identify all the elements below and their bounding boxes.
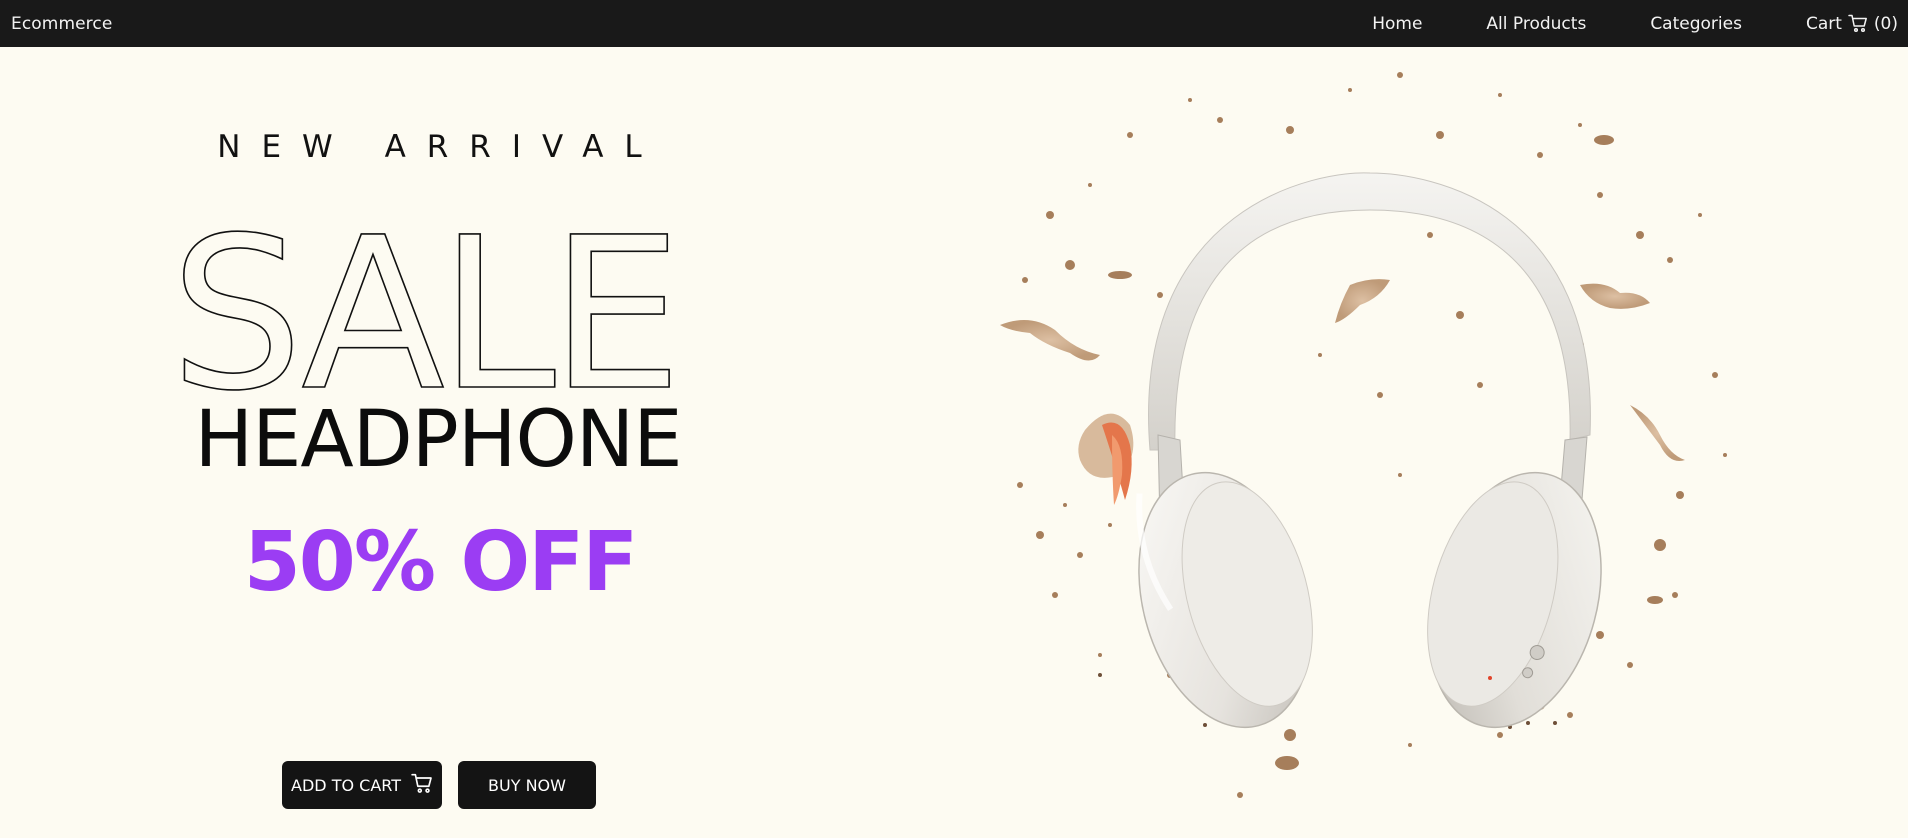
headphones-image xyxy=(980,55,1760,825)
product-heading: HEADPHONE xyxy=(194,395,682,485)
hero-text-section: NEW ARRIVAL SALE HEADPHONE 50% OFF ADD T… xyxy=(0,47,880,838)
sale-heading: SALE xyxy=(169,157,710,438)
discount-label: 50% OFF xyxy=(243,515,639,610)
add-to-cart-button[interactable]: ADD TO CART xyxy=(282,761,442,809)
sale-heading-text: SALE xyxy=(170,192,677,427)
cart-count: (0) xyxy=(1873,13,1898,34)
nav-cart-link[interactable]: Cart (0) xyxy=(1806,14,1898,34)
buy-now-button[interactable]: BUY NOW xyxy=(458,761,596,809)
cart-icon xyxy=(1848,14,1868,33)
nav-home-link[interactable]: Home xyxy=(1372,14,1422,34)
cart-icon xyxy=(411,773,433,798)
top-navbar: Ecommerce Home All Products Categories C… xyxy=(0,0,1908,47)
nav-all-products-link[interactable]: All Products xyxy=(1486,14,1586,34)
nav-categories-link[interactable]: Categories xyxy=(1650,14,1742,34)
cart-label: Cart xyxy=(1805,13,1842,34)
brand-logo[interactable]: Ecommerce xyxy=(11,14,112,34)
nav-links: Home All Products Categories Cart (0) xyxy=(1372,14,1898,34)
add-to-cart-label: ADD TO CART xyxy=(291,775,401,795)
